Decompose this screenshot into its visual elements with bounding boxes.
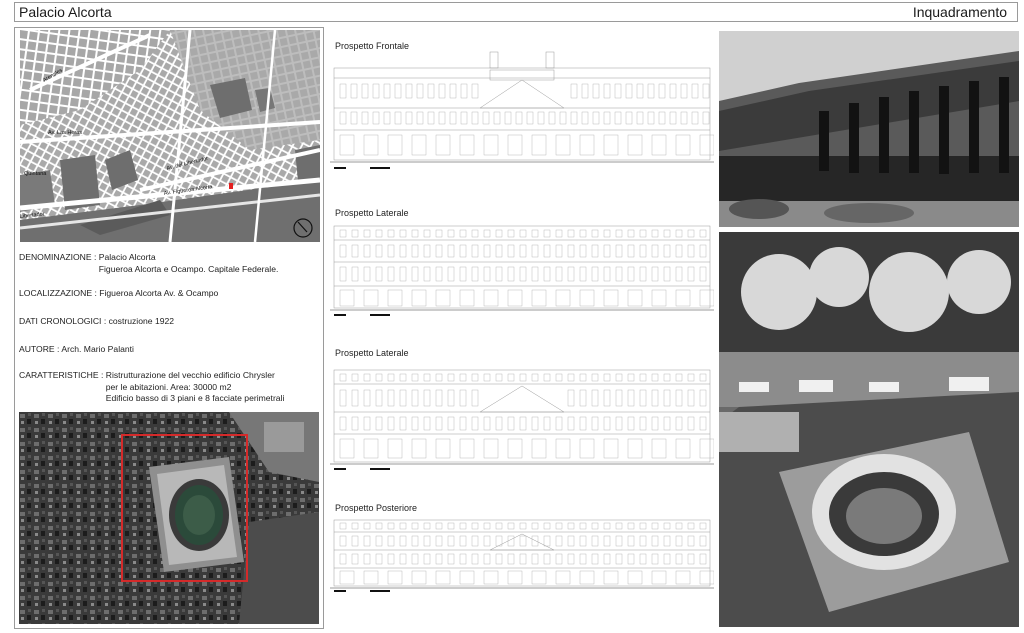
info-value-localizzazione: Figueroa Alcorta Av. & Ocampo (99, 288, 219, 298)
section-title: Inquadramento (912, 4, 1007, 20)
aerial-graphic (19, 412, 319, 624)
info-dati: DATI CRONOLOGICI : costruzione 1922 (19, 316, 174, 328)
scale-bar-laterale-2 (334, 468, 404, 477)
elevation-drawing-laterale-1 (330, 225, 714, 311)
info-value-dati: costruzione 1922 (108, 316, 175, 326)
photo-aerial-view (719, 232, 1019, 627)
caratteristiche-line2: per le abitazioni. Area: 30000 m2 (105, 381, 232, 392)
scale-bar-laterale-1 (334, 314, 404, 323)
photo-aerial-graphic (719, 232, 1019, 627)
photo-street-view (719, 31, 1019, 227)
aerial-photo (19, 412, 319, 624)
denominazione-line1: Palacio Alcorta (98, 252, 156, 262)
info-value-caratteristiche: Ristrutturazione del vecchio edificio Ch… (106, 370, 285, 405)
caratteristiche-line1: Ristrutturazione del vecchio edificio Ch… (105, 370, 275, 380)
scale-bar-frontale (334, 167, 404, 176)
map-graphic: Arenales Av. Las Heras Av. del Libertado… (20, 30, 320, 242)
info-label-localizzazione: LOCALIZZAZIONE : (19, 288, 97, 298)
elevation-title-laterale-2: Prospetto Laterale (335, 348, 409, 358)
info-label-autore: AUTORE : (19, 344, 60, 354)
caratteristiche-line3: Edificio basso di 3 piani e 8 facciate p… (105, 393, 285, 403)
elevation-drawing-laterale-2 (330, 369, 714, 465)
info-localizzazione: LOCALIZZAZIONE : Figueroa Alcorta Av. & … (19, 288, 218, 300)
info-denominazione: DENOMINAZIONE : Palacio Alcorta Figueroa … (19, 252, 278, 275)
elevation-drawing-posteriore (330, 519, 714, 589)
elevation-title-posteriore: Prospetto Posteriore (335, 503, 418, 513)
info-caratteristiche: CARATTERISTICHE : Ristrutturazione del v… (19, 370, 284, 405)
street-label-las-heras: Av. Las Heras (48, 130, 82, 136)
location-map: Arenales Av. Las Heras Av. del Libertado… (20, 30, 320, 242)
location-marker (229, 183, 233, 189)
info-autore: AUTORE : Arch. Mario Palanti (19, 344, 134, 356)
info-label-denominazione: DENOMINAZIONE : (19, 252, 97, 262)
info-value-denominazione: Palacio Alcorta Figueroa Alcorta e Ocampo… (99, 252, 279, 275)
street-label-quintana: Quintana (24, 171, 47, 177)
info-label-dati: DATI CRONOLOGICI : (19, 316, 107, 326)
photo-street-graphic (719, 31, 1019, 227)
info-label-caratteristiche: CARATTERISTICHE : (19, 370, 104, 380)
denominazione-line2: Figueroa Alcorta e Ocampo. Capitale Fede… (98, 263, 279, 274)
page-header: Palacio Alcorta Inquadramento (14, 2, 1018, 22)
scale-bar-posteriore (334, 590, 404, 599)
elevation-title-laterale-1: Prospetto Laterale (335, 208, 409, 218)
page-title: Palacio Alcorta (19, 4, 112, 20)
elevation-drawing-frontale (330, 51, 714, 163)
info-value-autore: Arch. Mario Palanti (61, 344, 134, 354)
